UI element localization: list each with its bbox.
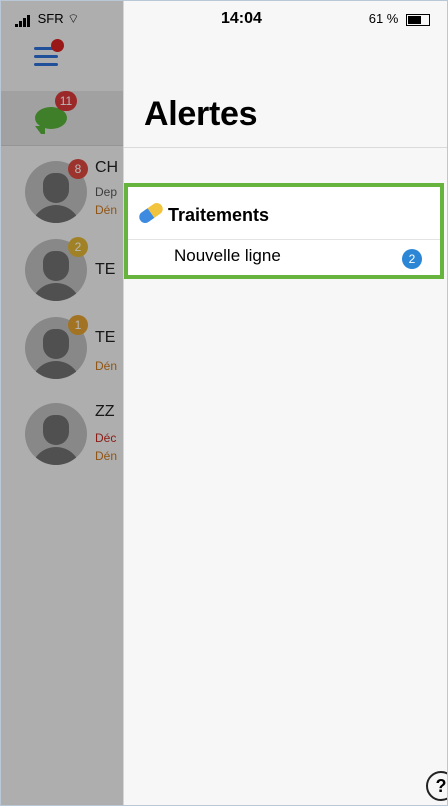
battery-icon: [406, 13, 430, 26]
section-title: Traitements: [168, 205, 270, 225]
battery-label: 61 %: [368, 11, 399, 26]
page-title: Alertes: [144, 95, 258, 133]
alert-item-label: Nouvelle ligne: [174, 246, 281, 265]
help-icon[interactable]: ?: [426, 771, 447, 801]
count-badge: 2: [402, 249, 422, 269]
contacts-pane: SFR ⌔ 11 8 CH Dep Dén 2 TE 1 TE Dén ZZ D…: [1, 1, 123, 805]
alerts-panel: 14:04 61 % Alertes Traitements Nouvelle …: [123, 1, 447, 805]
divider: [124, 147, 447, 148]
dim-overlay[interactable]: [1, 1, 123, 805]
status-time: 14:04: [221, 10, 262, 27]
app-frame: SFR ⌔ 11 8 CH Dep Dén 2 TE 1 TE Dén ZZ D…: [0, 0, 448, 806]
alert-item[interactable]: Nouvelle ligne 2: [128, 239, 440, 275]
status-battery: 61 %: [369, 11, 430, 26]
traitements-section: Traitements Nouvelle ligne 2: [124, 183, 444, 279]
section-header: Traitements: [128, 187, 440, 240]
pill-icon: [136, 200, 166, 226]
